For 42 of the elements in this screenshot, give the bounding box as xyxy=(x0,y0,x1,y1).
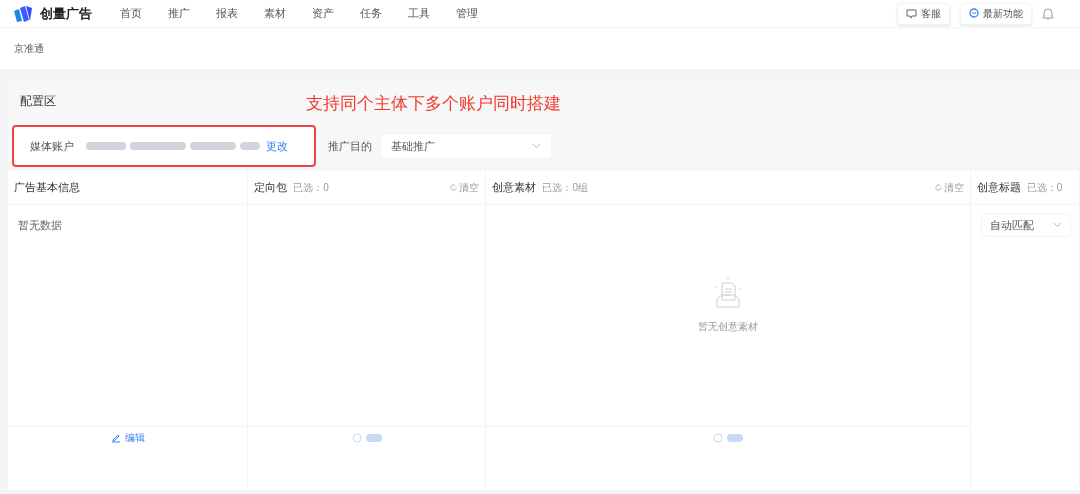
chat-icon xyxy=(906,8,917,19)
nav-item[interactable]: 任务 xyxy=(360,5,382,22)
nav-item[interactable]: 首页 xyxy=(120,5,142,22)
nav-item[interactable]: 工具 xyxy=(408,5,430,22)
match-select[interactable]: 自动匹配 xyxy=(980,213,1071,237)
blurred-bar xyxy=(727,433,744,442)
selected-count: 已选：0 xyxy=(1026,181,1063,195)
blurred-bar xyxy=(130,142,186,150)
field-label: 媒体账户 xyxy=(30,138,75,154)
bell-icon[interactable] xyxy=(1042,6,1054,21)
goal-select[interactable]: 基础推广 xyxy=(380,133,552,159)
empty-text: 暂无创意素材 xyxy=(698,320,759,334)
blurred-bar xyxy=(365,433,382,442)
selected-count: 已选：0 xyxy=(293,181,329,195)
change-link[interactable]: 更改 xyxy=(266,137,288,155)
pencil-icon xyxy=(110,432,121,443)
empty-text: 暂无数据 xyxy=(18,218,62,233)
chevron-down-icon xyxy=(532,143,541,149)
refresh-icon xyxy=(934,184,942,191)
edit-button[interactable]: 编辑 xyxy=(110,430,145,445)
nav-item[interactable]: 管理 xyxy=(456,5,478,22)
section-title: 配置区 xyxy=(20,93,56,110)
selected-count: 已选：0组 xyxy=(542,181,588,195)
annotation-text: 支持同个主体下多个账户同时搭建 xyxy=(306,93,561,116)
blurred-bar xyxy=(240,142,260,150)
nav-item[interactable]: 推广 xyxy=(168,5,190,22)
breadcrumb: 京准通 xyxy=(14,42,44,56)
whats-new-button[interactable]: 最新功能 xyxy=(960,2,1032,25)
column-title: 创意标题 xyxy=(976,180,1021,196)
chevron-down-icon xyxy=(1052,222,1062,228)
refresh-icon xyxy=(450,184,458,191)
logo-text: 创量广告 xyxy=(40,4,93,23)
column-title: 创意素材 xyxy=(492,180,537,196)
blurred-bar xyxy=(86,142,126,150)
field-label: 推广目的 xyxy=(328,138,372,154)
nav-item[interactable]: 资产 xyxy=(312,5,334,22)
blurred-bar xyxy=(190,142,236,150)
service-button[interactable]: 客服 xyxy=(897,2,950,25)
nav-item[interactable]: 素材 xyxy=(264,5,286,22)
nav-item[interactable]: 报表 xyxy=(216,5,238,22)
column-title: 定向包 xyxy=(254,180,288,196)
column-title: 广告基本信息 xyxy=(14,180,80,196)
